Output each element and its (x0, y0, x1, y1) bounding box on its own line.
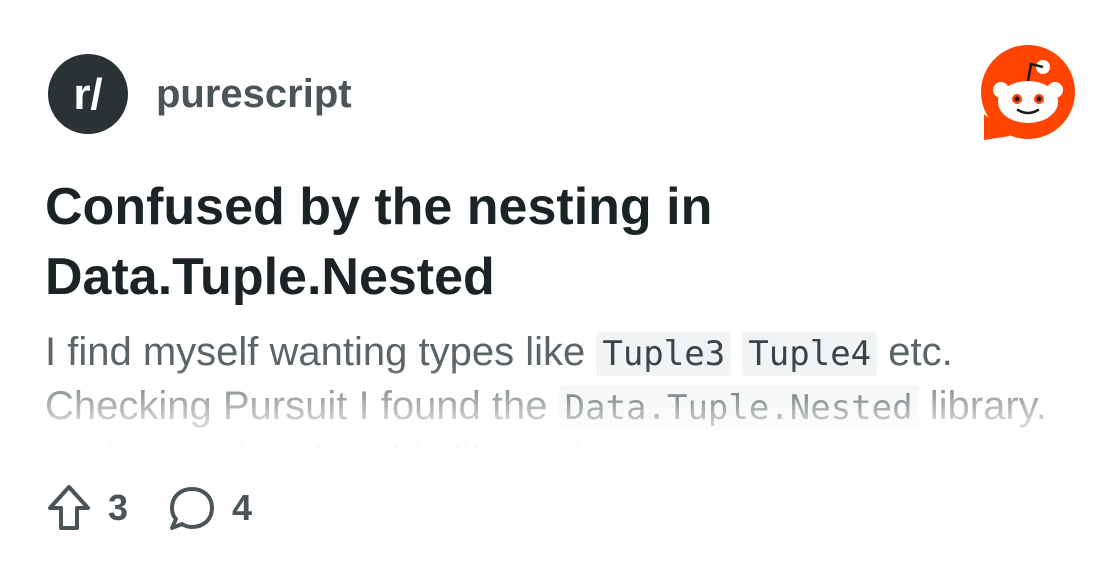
svg-text:r/: r/ (73, 70, 102, 119)
subreddit-avatar[interactable]: r/ (48, 54, 128, 134)
body-text-segment: I find myself wanting types like (45, 330, 597, 374)
upvote-stat[interactable]: 3 (46, 484, 128, 532)
subreddit-r-slash-icon: r/ (73, 70, 102, 119)
comment-bubble-icon[interactable] (168, 484, 216, 532)
body-text-segment (731, 330, 742, 374)
inline-code: Tuple4 (742, 332, 878, 376)
body-text-segment: s... (867, 438, 920, 454)
post-body-preview: I find myself wanting types like Tuple3 … (45, 326, 1085, 454)
subreddit-header: r/ purescript (48, 54, 352, 134)
inline-code: Data.Tuple.Nested (558, 386, 919, 430)
subreddit-name[interactable]: purescript (156, 72, 352, 117)
comment-count: 4 (232, 487, 253, 528)
inline-code: Tuple (752, 440, 868, 454)
post-title[interactable]: Confused by the nesting in Data.Tuple.Ne… (45, 172, 1045, 312)
inline-code: Tuple3 (596, 332, 732, 376)
comment-stat[interactable]: 4 (168, 484, 252, 532)
upvote-count: 3 (108, 487, 129, 528)
upvote-arrow-icon[interactable] (46, 484, 92, 532)
post-stats: 3 4 (46, 484, 252, 532)
reddit-snoo-icon (981, 45, 1075, 140)
